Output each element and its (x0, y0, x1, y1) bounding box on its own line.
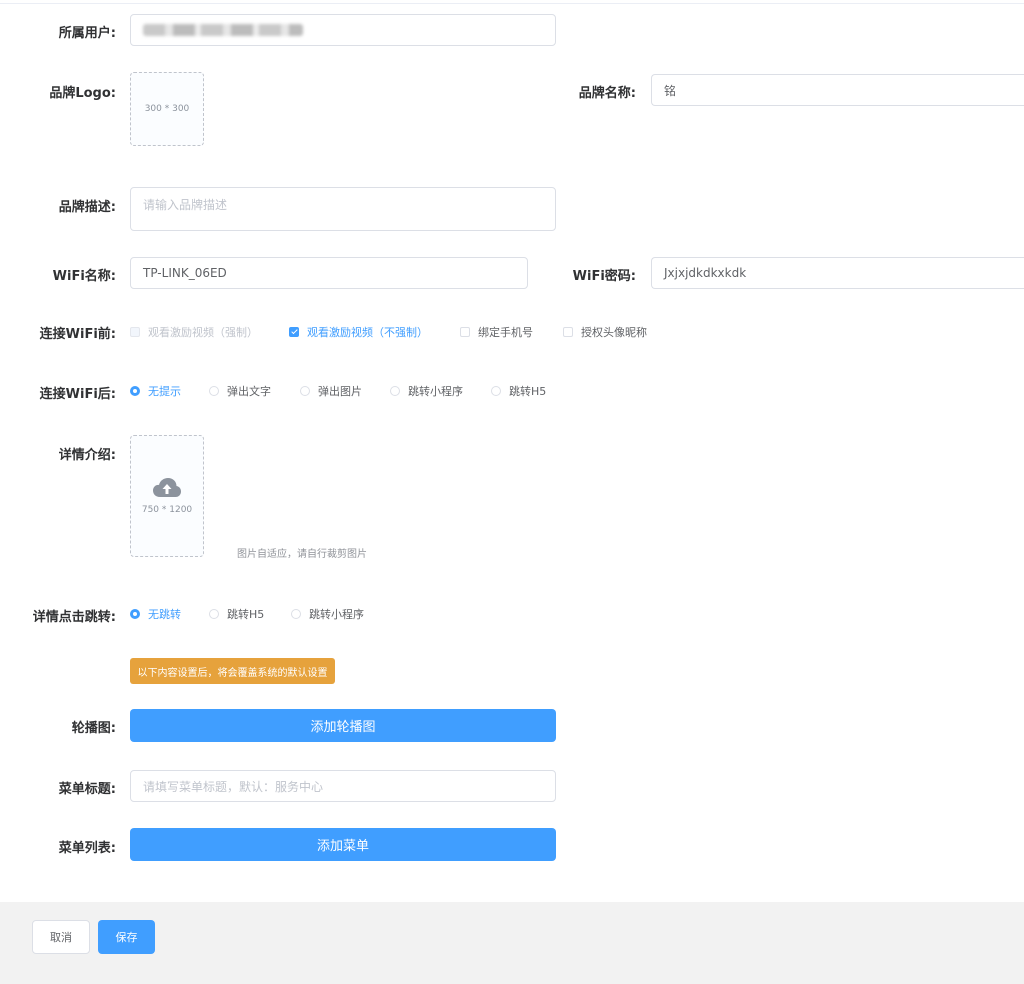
after-option-mini-program[interactable]: 跳转小程序 (390, 383, 463, 399)
after-option-popup-text[interactable]: 弹出文字 (209, 383, 271, 399)
top-divider (0, 0, 1024, 4)
brand-name-input[interactable]: 铭 (651, 74, 1024, 106)
option-label: 授权头像昵称 (581, 326, 647, 339)
redacted-user-value (143, 24, 303, 36)
brand-logo-uploader[interactable]: 300 * 300 (130, 72, 204, 146)
wifi-name-label: WiFi名称: (52, 269, 116, 284)
before-option-authorize-profile[interactable]: 授权头像昵称 (563, 324, 647, 340)
option-label: 跳转H5 (227, 608, 265, 621)
radio-icon (491, 386, 501, 396)
checkbox-icon (460, 327, 470, 337)
detail-image-size-hint: 750 * 1200 (141, 505, 193, 515)
after-option-no-prompt[interactable]: 无提示 (130, 383, 181, 399)
checkbox-icon (563, 327, 573, 337)
detail-intro-label: 详情介绍: (58, 448, 116, 463)
detail-image-tip: 图片自适应，请自行裁剪图片 (237, 549, 367, 560)
jump-option-none[interactable]: 无跳转 (130, 606, 181, 622)
radio-icon (300, 386, 310, 396)
after-option-h5[interactable]: 跳转H5 (491, 383, 546, 399)
before-option-bind-phone[interactable]: 绑定手机号 (460, 324, 533, 340)
radio-icon (390, 386, 400, 396)
before-option-optional-video[interactable]: 观看激励视频（不强制） (289, 324, 428, 340)
after-connect-label: 连接WiFi后: (39, 387, 116, 402)
save-button[interactable]: 保存 (98, 920, 155, 954)
cancel-button[interactable]: 取消 (32, 920, 90, 954)
menu-title-label: 菜单标题: (58, 782, 116, 797)
wifi-name-input[interactable]: TP-LINK_06ED (130, 257, 528, 289)
option-label: 跳转小程序 (309, 608, 364, 621)
add-carousel-button[interactable]: 添加轮播图 (130, 709, 556, 742)
brand-desc-label: 品牌描述: (58, 200, 116, 215)
option-label: 弹出图片 (318, 385, 362, 398)
option-label: 无跳转 (148, 608, 181, 621)
option-label: 观看激励视频（不强制） (307, 326, 428, 339)
brand-desc-textarea[interactable]: 请输入品牌描述 (130, 187, 556, 231)
radio-icon (291, 609, 301, 619)
checkbox-icon (130, 327, 140, 337)
override-warning-tag: 以下内容设置后，将会覆盖系统的默认设置 (130, 658, 335, 684)
option-label: 弹出文字 (227, 385, 271, 398)
radio-icon (209, 386, 219, 396)
jump-option-mini-program[interactable]: 跳转小程序 (291, 606, 364, 622)
option-label: 观看激励视频（强制） (148, 326, 258, 339)
add-menu-button[interactable]: 添加菜单 (130, 828, 556, 861)
brand-name-label: 品牌名称: (578, 86, 636, 101)
checkbox-checked-icon (289, 327, 299, 337)
radio-selected-icon (130, 609, 140, 619)
option-label: 跳转H5 (509, 385, 547, 398)
detail-jump-label: 详情点击跳转: (32, 610, 116, 625)
brand-logo-label: 品牌Logo: (49, 86, 116, 101)
option-label: 绑定手机号 (478, 326, 533, 339)
brand-logo-size-hint: 300 * 300 (144, 104, 190, 114)
option-label: 无提示 (148, 385, 181, 398)
owner-user-label: 所属用户: (58, 26, 116, 41)
wifi-password-label: WiFi密码: (572, 269, 636, 284)
jump-option-h5[interactable]: 跳转H5 (209, 606, 264, 622)
menu-list-label: 菜单列表: (58, 841, 116, 856)
radio-icon (209, 609, 219, 619)
before-option-forced-video[interactable]: 观看激励视频（强制） (130, 324, 258, 340)
radio-selected-icon (130, 386, 140, 396)
menu-title-input[interactable]: 请填写菜单标题，默认：服务中心 (130, 770, 556, 802)
after-option-popup-image[interactable]: 弹出图片 (300, 383, 362, 399)
cloud-upload-icon (153, 478, 181, 497)
option-label: 跳转小程序 (408, 385, 463, 398)
wifi-password-input[interactable]: Jxjxjdkdkxkdk (651, 257, 1024, 289)
carousel-label: 轮播图: (71, 721, 116, 736)
detail-image-uploader[interactable]: 750 * 1200 (130, 435, 204, 557)
before-connect-label: 连接WiFi前: (39, 327, 116, 342)
owner-user-select[interactable] (130, 14, 556, 46)
